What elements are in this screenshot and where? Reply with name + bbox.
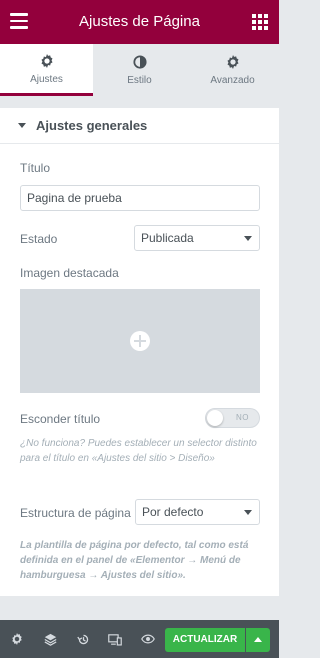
tab-estilo[interactable]: Estilo: [93, 44, 186, 96]
hide-title-toggle[interactable]: NO: [205, 408, 260, 428]
update-options-button[interactable]: [246, 628, 270, 652]
responsive-icon[interactable]: [107, 631, 123, 647]
caret-up-icon: [254, 637, 262, 642]
section-body: Título Pagina de prueba Estado Publicada…: [0, 144, 279, 596]
title-label: Título: [20, 161, 51, 175]
panel-title: Ajustes de Página: [79, 13, 200, 30]
chevron-down-icon: [244, 510, 252, 515]
layout-label: Estructura de página: [20, 506, 131, 520]
section-toggle-general[interactable]: Ajustes generales: [0, 108, 279, 144]
update-button[interactable]: ACTUALIZAR: [165, 628, 245, 652]
tab-bar: Ajustes Estilo Avanzado: [0, 44, 279, 96]
featured-image-picker[interactable]: [20, 289, 260, 393]
contrast-icon: [132, 54, 147, 70]
panel-header: Ajustes de Página: [0, 0, 279, 44]
layout-value: Por defecto: [142, 505, 204, 519]
toggle-state: NO: [236, 413, 249, 422]
hamburger-icon[interactable]: [10, 13, 28, 31]
toggle-knob: [207, 410, 223, 426]
grid-icon[interactable]: [252, 14, 268, 30]
section-title: Ajustes generales: [36, 118, 148, 133]
hide-title-hint: ¿No funciona? Puedes establecer un selec…: [20, 438, 257, 464]
layout-hint: La plantilla de página por defecto, tal …: [20, 540, 249, 581]
tab-ajustes[interactable]: Ajustes: [0, 44, 93, 96]
status-label: Estado: [20, 232, 58, 246]
title-input[interactable]: Pagina de prueba: [20, 185, 260, 211]
status-value: Publicada: [141, 231, 194, 245]
history-icon[interactable]: [75, 631, 91, 647]
gear-icon: [226, 54, 240, 70]
tab-avanzado[interactable]: Avanzado: [186, 44, 279, 96]
tab-label: Ajustes: [30, 73, 63, 85]
layout-select[interactable]: Por defecto: [135, 499, 260, 525]
gear-icon[interactable]: [9, 631, 25, 647]
tab-label: Estilo: [127, 75, 152, 86]
panel-footer: ACTUALIZAR: [0, 620, 279, 658]
settings-panel: Ajustes generales Título Pagina de prueb…: [0, 96, 279, 604]
featured-image-label: Imagen destacada: [20, 266, 119, 280]
status-select[interactable]: Publicada: [134, 225, 260, 251]
caret-down-icon: [18, 123, 26, 128]
add-icon: [130, 331, 150, 351]
eye-icon[interactable]: [140, 631, 156, 647]
tab-label: Avanzado: [210, 75, 255, 86]
hide-title-label: Esconder título: [20, 412, 101, 426]
layers-icon[interactable]: [42, 631, 58, 647]
chevron-down-icon: [244, 236, 252, 241]
gear-icon: [40, 53, 54, 69]
